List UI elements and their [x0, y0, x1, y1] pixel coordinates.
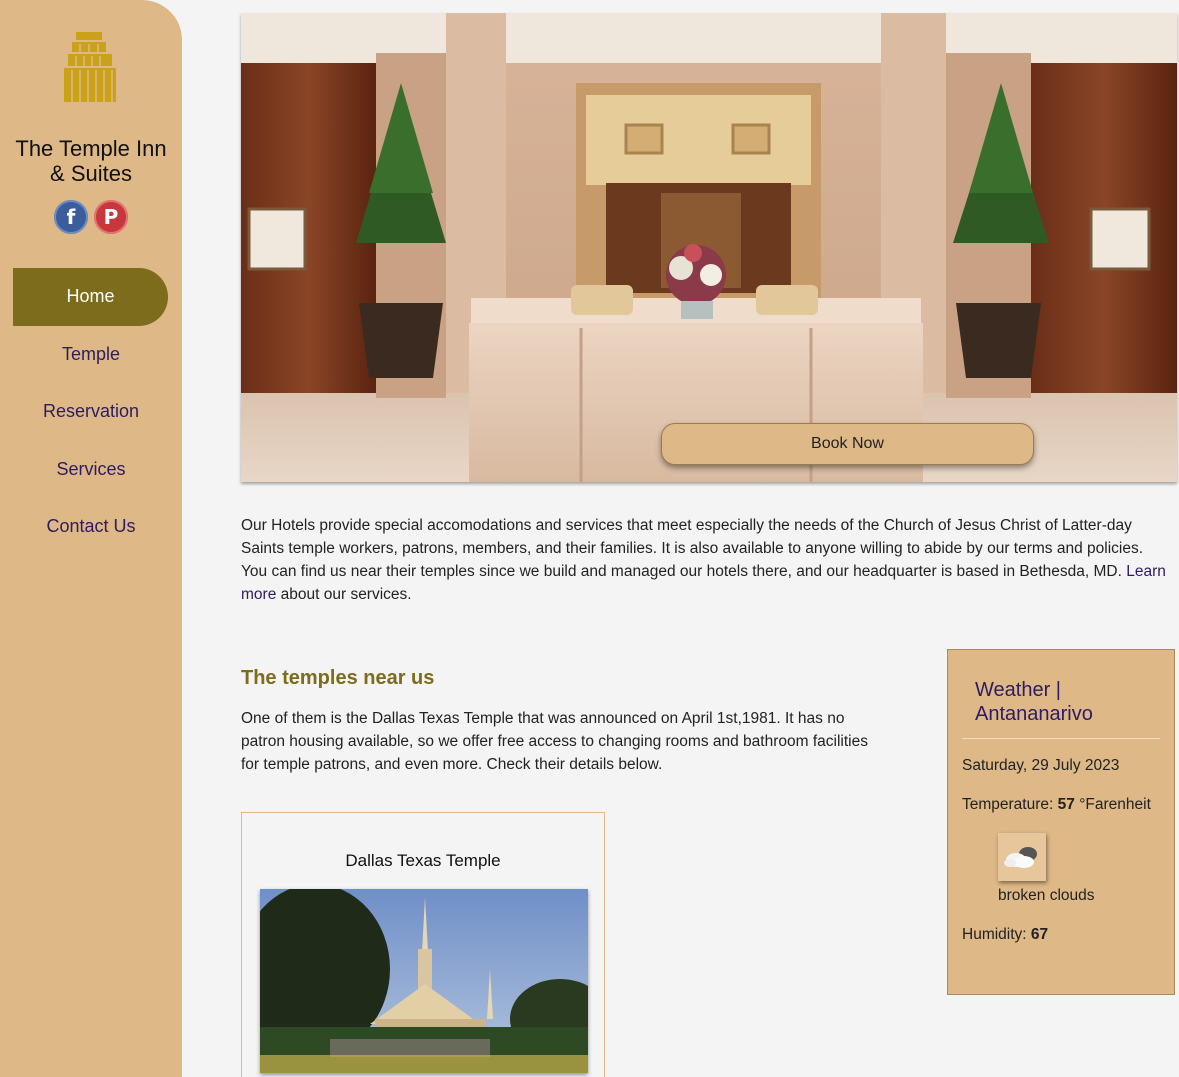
weather-date: Saturday, 29 July 2023: [962, 757, 1120, 774]
nav-contact-us[interactable]: Contact Us: [0, 498, 182, 556]
intro-paragraph: Our Hotels provide special accomodations…: [241, 514, 1171, 606]
facebook-icon[interactable]: f: [54, 200, 88, 234]
nav-temple[interactable]: Temple: [0, 326, 182, 384]
broken-clouds-icon: [998, 833, 1046, 881]
nav-home[interactable]: Home: [13, 268, 168, 326]
temple-card[interactable]: Dallas Texas Temple: [241, 812, 605, 1077]
nav-services[interactable]: Services: [0, 441, 182, 499]
weather-description: broken clouds: [998, 887, 1095, 904]
hero-lobby-image: Book Now: [241, 13, 1177, 482]
weather-divider: [962, 738, 1160, 739]
humidity-label: Humidity:: [962, 926, 1031, 943]
intro-text: Our Hotels provide special accomodations…: [241, 517, 1144, 580]
weather-title-line-1: Weather |: [975, 679, 1061, 701]
pinterest-icon[interactable]: P: [94, 200, 128, 234]
weather-title: Weather | Antananarivo: [975, 678, 1093, 726]
brand-name: The Temple Inn & Suites: [0, 136, 182, 186]
weather-temperature: Temperature: 57 °Farenheit: [962, 796, 1151, 814]
main-nav: Home Temple Reservation Services Contact…: [0, 268, 182, 556]
temple-card-title: Dallas Texas Temple: [345, 851, 501, 870]
brand-line-2: & Suites: [50, 161, 132, 186]
social-links: f P: [54, 200, 128, 234]
hotel-logo-icon[interactable]: [62, 30, 118, 104]
nav-reservation[interactable]: Reservation: [0, 383, 182, 441]
temple-illustration: [260, 889, 588, 1073]
book-now-button[interactable]: Book Now: [661, 423, 1034, 465]
brand-line-1: The Temple Inn: [15, 136, 167, 161]
sidebar: The Temple Inn & Suites f P Home Temple …: [0, 0, 182, 1077]
temples-heading: The temples near us: [241, 667, 435, 689]
intro-tail: about our services.: [276, 586, 412, 603]
temple-photo: [260, 889, 588, 1073]
weather-city: Antananarivo: [975, 703, 1093, 725]
temperature-label: Temperature:: [962, 796, 1058, 813]
temperature-unit: °Farenheit: [1074, 796, 1151, 813]
weather-humidity: Humidity: 67: [962, 926, 1048, 944]
humidity-value: 67: [1030, 926, 1049, 943]
temperature-value: 57: [1057, 796, 1075, 813]
weather-widget: Weather | Antananarivo Saturday, 29 July…: [947, 649, 1175, 995]
lobby-illustration: [241, 13, 1177, 482]
temples-paragraph: One of them is the Dallas Texas Temple t…: [241, 710, 868, 773]
